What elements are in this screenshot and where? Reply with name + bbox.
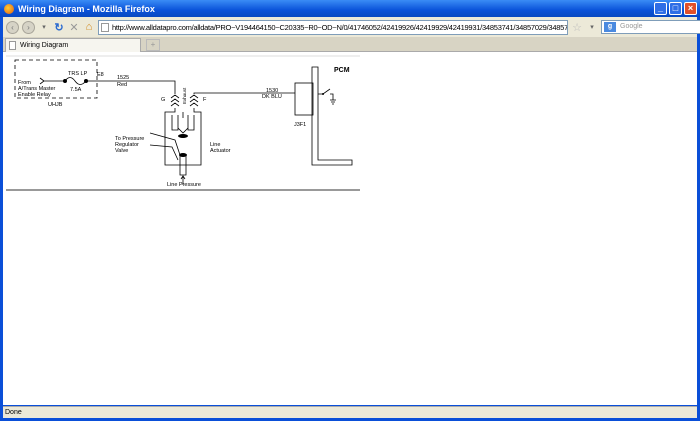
terminal-label: E8 [97, 72, 104, 78]
page-icon [101, 22, 109, 32]
tab-bar: Wiring Diagram + [3, 37, 697, 52]
google-icon[interactable]: g [604, 22, 616, 32]
wire2-color: DK BLU [262, 94, 282, 100]
wire1-circuit: 1525 [117, 75, 129, 81]
maximize-button[interactable]: □ [669, 2, 682, 15]
url-text: http://www.alldatapro.com/alldata/PRO~V1… [112, 22, 568, 32]
page-icon [9, 41, 16, 50]
pcm-label: PCM [334, 67, 350, 74]
forward-button[interactable]: › [22, 20, 35, 34]
source-line: Enable Relay [18, 92, 51, 98]
fuse-label: TRS LP [68, 71, 88, 77]
search-input[interactable]: gGoogle⌕ [601, 20, 700, 34]
pin-f-label: F [203, 97, 207, 103]
junction-block-label: UHJB [48, 102, 63, 108]
minimize-button[interactable]: _ [654, 2, 667, 15]
connector-label: J3F1 [294, 122, 306, 128]
switch-ground-icon [318, 88, 336, 105]
regulator-label: Valve [115, 148, 128, 154]
actuator-label: Actuator [210, 148, 231, 154]
back-button[interactable]: ‹ [6, 20, 19, 34]
wiring-diagram: TRS LP 7.5A From A/Trans Master Enable R… [6, 55, 360, 191]
close-button[interactable]: × [684, 2, 697, 15]
window-title: Wiring Diagram - Mozilla Firefox [18, 3, 155, 14]
page-content: TRS LP 7.5A From A/Trans Master Enable R… [3, 52, 697, 405]
pcm-bracket [311, 66, 353, 166]
status-text: Done [5, 409, 22, 416]
status-bar: Done [3, 406, 697, 418]
reload-icon[interactable]: ↻ [53, 21, 65, 34]
bookmark-star-icon[interactable]: ☆ [571, 21, 583, 34]
connector-j3f1 [294, 82, 314, 116]
search-placeholder: Google [620, 23, 643, 30]
title-bar: Wiring Diagram - Mozilla Firefox _ □ × [0, 0, 700, 17]
tab-label: Wiring Diagram [20, 42, 69, 49]
history-dropdown-icon[interactable]: ▾ [38, 23, 50, 31]
pin-g-label: G [161, 97, 165, 103]
tab-wiring-diagram[interactable]: Wiring Diagram [5, 38, 141, 52]
new-tab-button[interactable]: + [146, 39, 160, 51]
fuse-rating: 7.5A [70, 87, 82, 93]
navigation-toolbar: ‹ › ▾ ↻ ✕ ⌂ http://www.alldatapro.com/al… [3, 17, 700, 37]
home-icon[interactable]: ⌂ [83, 21, 95, 33]
firefox-icon [4, 3, 14, 14]
url-dropdown-icon[interactable]: ▾ [586, 23, 598, 31]
exhaust-label: Exhaust [182, 87, 187, 104]
wire1-color: Red [117, 82, 127, 88]
line-actuator [149, 108, 202, 176]
stop-icon[interactable]: ✕ [68, 21, 80, 34]
line-pressure-label: Line Pressure [167, 182, 201, 188]
fuse-wire [39, 77, 176, 94]
url-bar[interactable]: http://www.alldatapro.com/alldata/PRO~V1… [98, 19, 568, 35]
